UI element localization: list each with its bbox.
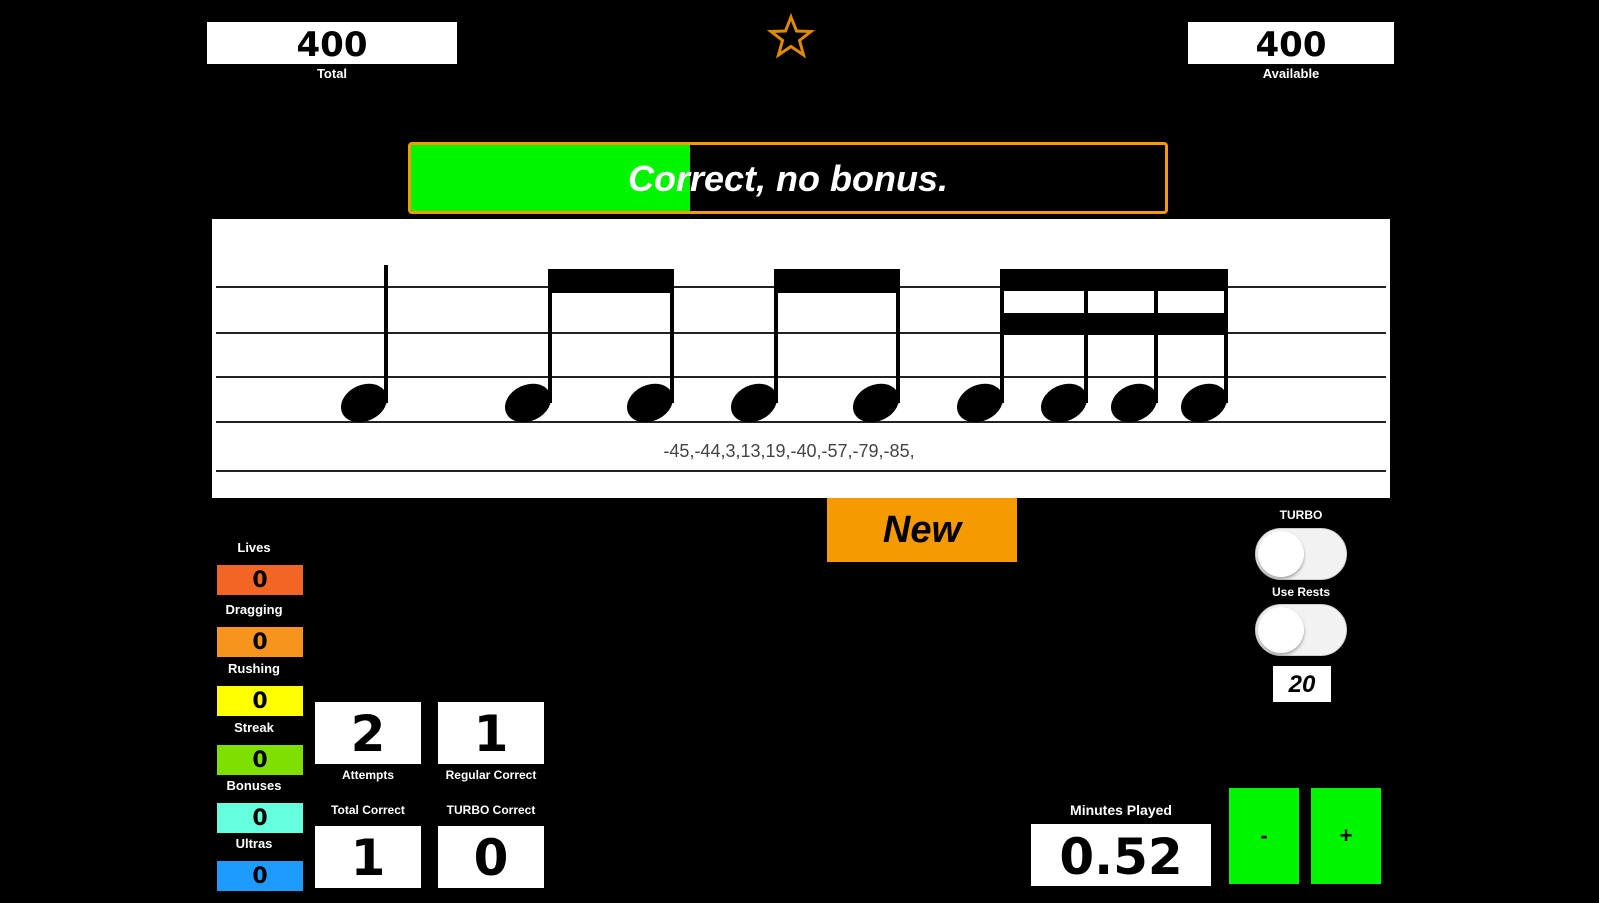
- feedback-message: Correct, no bonus.: [627, 158, 948, 199]
- regular-correct-value: 1: [473, 705, 509, 763]
- stat-label-streak: Streak: [234, 720, 274, 735]
- count-value: 20: [1288, 671, 1316, 698]
- use-rests-toggle[interactable]: [1255, 604, 1347, 656]
- available-score-box: 400: [1188, 22, 1394, 65]
- stat-value-dragging: 0: [217, 627, 303, 657]
- attempts-label: Attempts: [341, 768, 394, 782]
- eighth-note-pair-2: [730, 269, 900, 423]
- turbo-toggle[interactable]: [1255, 528, 1347, 580]
- use-rests-toggle-knob: [1258, 607, 1304, 653]
- sixteenth-note-group: [956, 269, 1228, 423]
- count-box[interactable]: 20: [1273, 666, 1331, 702]
- stat-value-ultras: 0: [217, 861, 303, 891]
- new-button[interactable]: New: [827, 498, 1017, 562]
- new-button-label: New: [882, 509, 962, 551]
- minutes-played-box: 0.52: [1031, 824, 1211, 886]
- minus-button[interactable]: -: [1229, 788, 1299, 884]
- rhythm-staff: -45,-44,3,13,19,-40,-57,-79,-85,: [212, 219, 1390, 498]
- stat-label-lives: Lives: [237, 540, 271, 555]
- available-score-value: 400: [1255, 25, 1327, 65]
- stat-label-rushing: Rushing: [228, 661, 280, 676]
- minutes-played-value: 0.52: [1059, 828, 1183, 886]
- attempts-value: 2: [350, 705, 386, 763]
- use-rests-label: Use Rests: [1271, 585, 1331, 599]
- total-correct-label: Total Correct: [331, 803, 405, 817]
- turbo-correct-box: 0: [438, 826, 544, 888]
- plus-button-label: +: [1339, 823, 1353, 848]
- star-icon[interactable]: [766, 12, 816, 62]
- total-score-label: Total: [316, 66, 348, 81]
- feedback-bar: Correct, no bonus.: [408, 142, 1168, 214]
- stat-label-ultras: Ultras: [235, 836, 273, 851]
- total-correct-value: 1: [350, 829, 386, 887]
- turbo-correct-value: 0: [473, 829, 509, 887]
- stat-value-rushing: 0: [217, 686, 303, 716]
- stat-value-bonuses: 0: [217, 803, 303, 833]
- regular-correct-box: 1: [438, 702, 544, 764]
- stat-label-bonuses: Bonuses: [226, 778, 282, 793]
- quarter-note: [340, 265, 388, 423]
- available-score-label: Available: [1262, 66, 1320, 81]
- minutes-played-label: Minutes Played: [1070, 802, 1172, 818]
- stat-value-streak: 0: [217, 745, 303, 775]
- turbo-label: TURBO: [1279, 508, 1323, 522]
- total-score-value: 400: [296, 25, 368, 65]
- timing-values: -45,-44,3,13,19,-40,-57,-79,-85,: [663, 441, 915, 461]
- attempts-box: 2: [315, 702, 421, 764]
- turbo-toggle-knob: [1258, 531, 1304, 577]
- stat-label-dragging: Dragging: [225, 602, 283, 617]
- stat-value-lives: 0: [217, 565, 303, 595]
- turbo-correct-label: TURBO Correct: [446, 803, 536, 817]
- eighth-note-pair-1: [504, 269, 674, 423]
- regular-correct-label: Regular Correct: [445, 768, 537, 782]
- plus-button[interactable]: +: [1311, 788, 1381, 884]
- total-correct-box: 1: [315, 826, 421, 888]
- total-score-box: 400: [207, 22, 457, 65]
- minus-button-label: -: [1260, 823, 1268, 848]
